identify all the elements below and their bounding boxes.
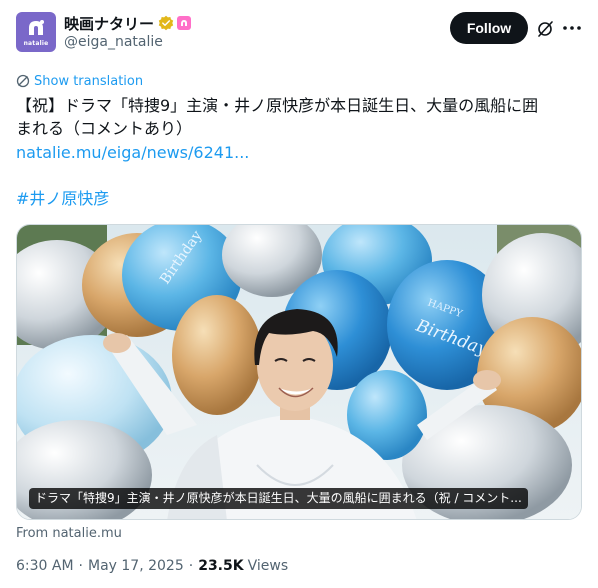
photo-image: Birthday HAPPY Birthday xyxy=(17,225,581,519)
show-translation-label: Show translation xyxy=(34,73,144,89)
views-label: Views xyxy=(247,558,289,574)
follow-button[interactable]: Follow xyxy=(450,12,528,44)
meta-separator: · xyxy=(78,558,83,574)
avatar-label: natalie xyxy=(23,40,49,47)
article-link[interactable]: natalie.mu/eiga/news/6241... xyxy=(16,141,249,164)
views-count: 23.5K xyxy=(198,558,244,574)
avatar[interactable]: natalie xyxy=(16,12,56,52)
link-source[interactable]: From natalie.mu xyxy=(16,526,122,541)
post-date[interactable]: May 17, 2025 xyxy=(88,558,184,574)
media-card[interactable]: Birthday HAPPY Birthday ドラマ「特捜9」主演・井ノ原快彦… xyxy=(16,224,582,520)
tweet-text-line: 【祝】ドラマ「特捜9」主演・井ノ原快彦が本日誕生日、大量の風船に囲 xyxy=(16,96,539,115)
display-name[interactable]: 映画ナタリー xyxy=(64,13,154,34)
more-icon[interactable] xyxy=(562,18,582,38)
tweet-header: natalie 映画ナタリー @eiga_natalie Follow xyxy=(16,12,582,54)
hashtag-link[interactable]: #井ノ原快彦 xyxy=(16,187,109,210)
natalie-logo-icon xyxy=(29,20,44,35)
grok-icon[interactable] xyxy=(536,20,554,38)
affiliate-badge-icon[interactable] xyxy=(177,16,192,30)
verified-badge-icon[interactable] xyxy=(158,15,174,31)
meta-separator: · xyxy=(188,558,194,574)
tweet-text-line: まれる（コメントあり） xyxy=(16,119,193,138)
handle[interactable]: @eiga_natalie xyxy=(64,34,163,50)
tweet-meta: 6:30 AM · May 17, 2025 · 23.5K Views xyxy=(16,558,288,574)
post-time[interactable]: 6:30 AM xyxy=(16,558,74,574)
translate-icon xyxy=(16,74,30,88)
tweet-text: 【祝】ドラマ「特捜9」主演・井ノ原快彦が本日誕生日、大量の風船に囲 まれる（コメ… xyxy=(16,94,582,140)
show-translation[interactable]: Show translation xyxy=(16,72,143,90)
media-caption: ドラマ「特捜9」主演・井ノ原快彦が本日誕生日、大量の風船に囲まれる（祝 / コメ… xyxy=(29,488,528,509)
